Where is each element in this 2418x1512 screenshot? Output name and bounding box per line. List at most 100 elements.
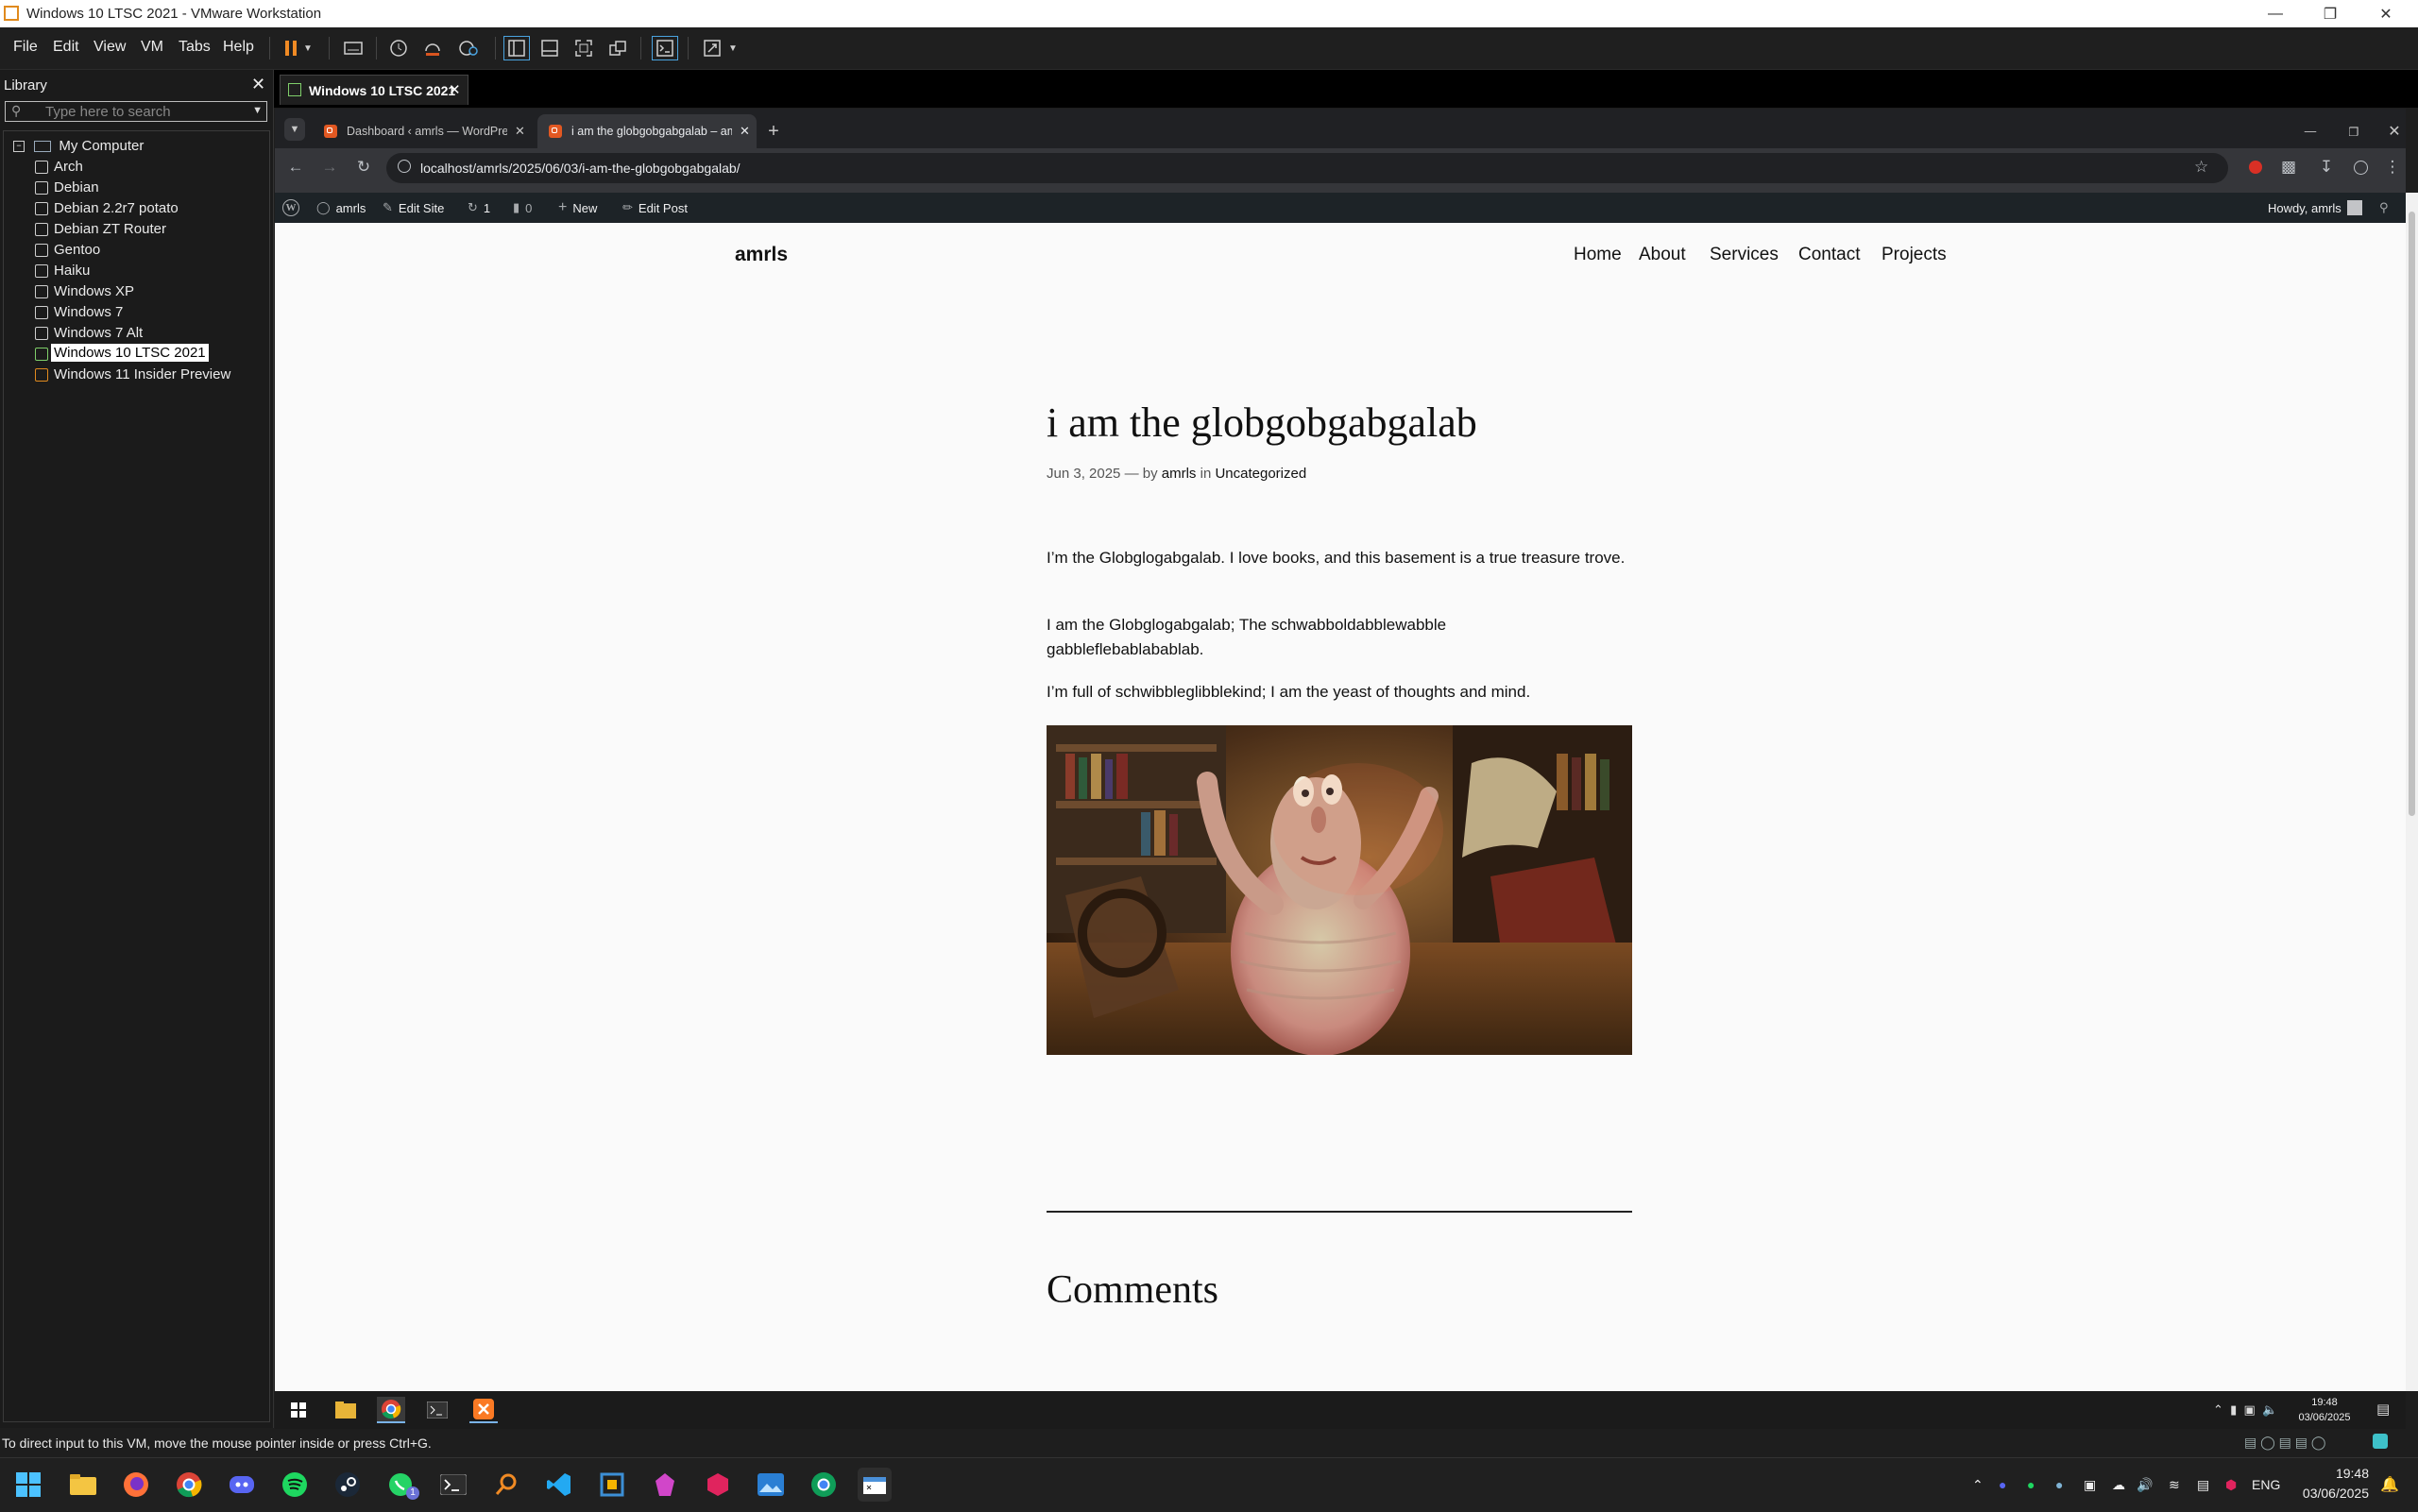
library-search-input[interactable]: ⚲ Type here to search ▼ [5, 101, 267, 122]
host-app-hex[interactable] [701, 1468, 735, 1502]
host-chrome[interactable] [172, 1468, 206, 1502]
tray-cloud-icon[interactable]: ☁ [2112, 1477, 2125, 1493]
tray-volume-icon[interactable]: 🔊 [2137, 1477, 2153, 1493]
menu-edit[interactable]: Edit [53, 39, 79, 56]
extension-blocker-button[interactable] [2244, 156, 2267, 178]
nav-home[interactable]: Home [1574, 245, 1622, 265]
nav-services[interactable]: Services [1710, 245, 1779, 265]
tree-item-debian[interactable]: Debian [35, 179, 99, 195]
browser-minimize-button[interactable]: — [2296, 114, 2324, 148]
tray-spotify-icon[interactable]: ● [2027, 1477, 2035, 1492]
menu-file[interactable]: File [13, 39, 38, 56]
host-virtualbox[interactable] [595, 1468, 629, 1502]
snapshot-button[interactable] [385, 36, 412, 60]
bookmark-star-icon[interactable]: ☆ [2194, 158, 2208, 177]
profile-button[interactable] [2349, 156, 2372, 178]
host-steam[interactable] [331, 1468, 365, 1502]
vm-tab-windows-10[interactable]: Windows 10 LTSC 2021 ✕ [280, 75, 468, 105]
back-button[interactable]: ← [284, 156, 307, 178]
host-spotify[interactable] [278, 1468, 312, 1502]
reload-button[interactable]: ↻ [352, 156, 375, 178]
tree-item-windows-11-insider[interactable]: Windows 11 Insider Preview [35, 366, 230, 382]
page-scrollbar[interactable] [2406, 193, 2418, 1391]
wp-search-button[interactable]: ⚲ [2379, 193, 2389, 223]
host-photos[interactable] [754, 1468, 788, 1502]
tree-item-arch[interactable]: Arch [35, 159, 83, 175]
show-library-button[interactable] [503, 36, 530, 60]
tree-root-my-computer[interactable]: − My Computer [13, 138, 144, 154]
host-obsidian[interactable] [648, 1468, 682, 1502]
guest-notifications-icon[interactable]: ▤ [2376, 1401, 2390, 1418]
vm-tab-close-icon[interactable]: ✕ [449, 81, 461, 98]
minimize-button[interactable]: — [2248, 0, 2303, 27]
host-discord[interactable] [225, 1468, 259, 1502]
site-title[interactable]: amrls [735, 244, 788, 266]
menu-tabs[interactable]: Tabs [179, 39, 211, 56]
tree-item-windows-10-ltsc[interactable]: Windows 10 LTSC 2021 [35, 344, 209, 362]
wp-updates[interactable]: ↻ 1 [468, 193, 490, 223]
host-vscode[interactable] [542, 1468, 576, 1502]
wp-site-menu[interactable]: ◯ amrls [316, 193, 366, 223]
tray-hex-icon[interactable]: ⬢ [2225, 1477, 2237, 1493]
snapshot-manager-button[interactable] [455, 36, 482, 60]
wp-comments[interactable]: ▮ 0 [513, 193, 532, 223]
browser-tab-post[interactable]: i am the globgobgabgalab – am… ✕ [537, 114, 757, 148]
library-close-icon[interactable]: ✕ [251, 75, 265, 94]
send-ctrl-alt-del-button[interactable] [340, 36, 366, 60]
wp-edit-site[interactable]: ✎ Edit Site [383, 193, 444, 223]
guest-terminal[interactable] [423, 1397, 451, 1423]
wp-logo-button[interactable]: W [282, 193, 299, 223]
tree-item-debian-potato[interactable]: Debian 2.2r7 potato [35, 200, 179, 216]
wp-edit-post[interactable]: ✏ Edit Post [622, 193, 688, 223]
browser-restore-button[interactable]: ❐ [2340, 114, 2368, 148]
guest-chrome[interactable] [377, 1397, 405, 1423]
restore-button[interactable]: ❐ [2303, 0, 2358, 27]
tray-discord-icon[interactable]: ● [1999, 1477, 2006, 1492]
guest-xampp[interactable] [469, 1397, 498, 1423]
host-clock[interactable]: 19:48 03/06/2025 [2286, 1464, 2369, 1504]
browser-close-button[interactable]: ✕ [2383, 114, 2406, 148]
tree-item-haiku[interactable]: Haiku [35, 263, 90, 279]
collapse-icon[interactable]: − [13, 141, 25, 153]
notification-bell-icon[interactable]: 🔔 [2380, 1475, 2399, 1494]
host-start-button[interactable] [11, 1468, 45, 1502]
address-bar[interactable]: localhost/amrls/2025/06/03/i-am-the-glob… [386, 153, 2228, 183]
tray-overflow-icon[interactable]: ⌃ [1972, 1477, 1984, 1493]
chrome-menu-button[interactable]: ⋮ [2381, 156, 2404, 178]
host-terminal[interactable] [436, 1468, 470, 1502]
menu-vm[interactable]: VM [141, 39, 163, 56]
thumbnail-bar-button[interactable] [536, 36, 563, 60]
forward-button[interactable]: → [318, 156, 341, 178]
tray-language[interactable]: ENG [2252, 1477, 2280, 1492]
tree-item-windows-7-alt[interactable]: Windows 7 Alt [35, 325, 143, 341]
vm-device-icons[interactable]: ▤ ◯ ▤ ▤ ◯ [2244, 1435, 2326, 1451]
menu-view[interactable]: View [94, 39, 126, 56]
nav-projects[interactable]: Projects [1882, 245, 1947, 265]
wp-new[interactable]: + New [558, 193, 597, 223]
unity-button[interactable] [604, 36, 631, 60]
revert-snapshot-button[interactable] [419, 36, 446, 60]
post-category[interactable]: Uncategorized [1215, 466, 1306, 482]
downloads-button[interactable]: ↧ [2315, 156, 2338, 178]
extensions-button[interactable]: ▩ [2277, 156, 2300, 178]
host-firefox[interactable] [119, 1468, 153, 1502]
new-tab-button[interactable]: + [762, 114, 785, 148]
host-file-explorer[interactable] [66, 1468, 100, 1502]
tray-app-icon[interactable]: ▣ [2084, 1477, 2096, 1493]
tree-item-windows-7[interactable]: Windows 7 [35, 304, 123, 320]
host-search-tool[interactable] [489, 1468, 523, 1502]
tree-item-gentoo[interactable]: Gentoo [35, 242, 100, 258]
close-window-button[interactable]: ✕ [2358, 0, 2413, 27]
tab-search-button[interactable]: ▼ [284, 118, 305, 141]
guest-start-button[interactable] [284, 1397, 313, 1423]
tray-device-icon[interactable]: ▤ [2197, 1477, 2209, 1493]
power-dropdown-icon[interactable]: ▼ [300, 36, 315, 60]
tray-wifi-icon[interactable]: ≋ [2169, 1477, 2180, 1493]
post-date[interactable]: Jun 3, 2025 [1047, 466, 1120, 482]
wp-account-menu[interactable]: Howdy, amrls [2268, 193, 2362, 223]
vm-message-icon[interactable] [2373, 1434, 2388, 1449]
console-view-button[interactable] [652, 36, 678, 60]
post-author[interactable]: amrls [1162, 466, 1197, 482]
tab-close-icon[interactable]: ✕ [740, 124, 750, 139]
stretch-guest-button[interactable] [699, 36, 725, 60]
